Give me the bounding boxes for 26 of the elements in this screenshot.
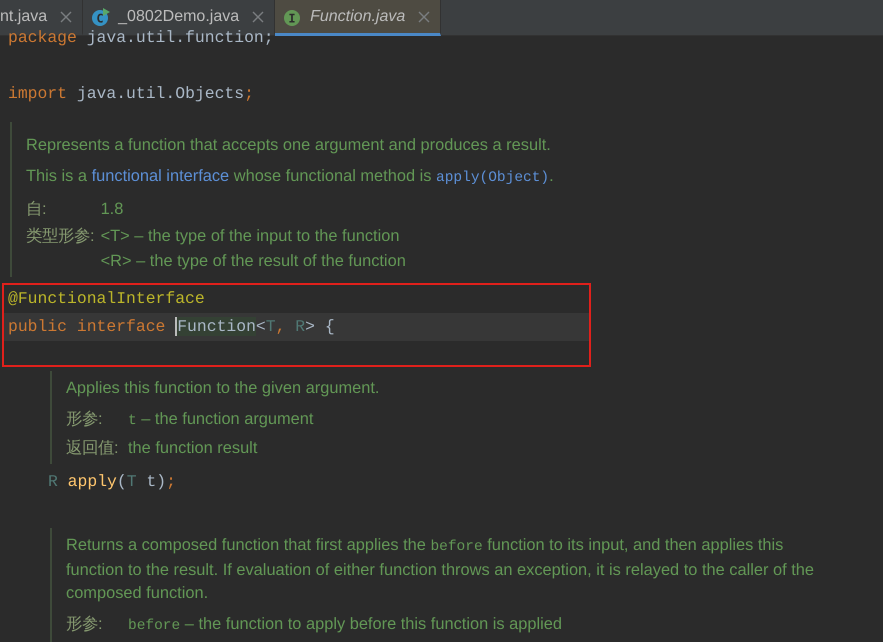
doc-tag-label: 形参: <box>66 409 104 430</box>
doc-tag-text: 1.8 <box>100 199 124 220</box>
doc-tag-label: 返回值: <box>66 438 120 459</box>
code-line: R apply(T t); <box>48 471 176 493</box>
doc-link[interactable]: functional interface <box>92 167 230 185</box>
class-run-icon: C <box>91 6 112 26</box>
close-icon[interactable] <box>418 10 430 22</box>
code-line: public interface Function<T, R> { <box>8 316 335 338</box>
doc-text: Represents a function that accepts one argument and produces a result. <box>26 135 552 156</box>
code-line: @FunctionalInterface <box>8 288 205 310</box>
doc-text: This is a functional interface whose functional method is apply(Object). <box>26 166 555 188</box>
doc-tag-text: t – the function argument <box>128 409 314 431</box>
doc-tag-label: 自: <box>26 199 48 220</box>
doc-tag-text: the function result <box>128 438 258 459</box>
code-line: import java.util.Objects; <box>8 83 254 105</box>
doc-text: Applies this function to the given argument. <box>66 378 380 399</box>
doc-link[interactable]: apply(Object) <box>436 170 550 186</box>
doc-tag-text: before – the function to apply before this function is applied <box>128 614 564 636</box>
close-icon[interactable] <box>252 10 264 22</box>
doc-tag-label: 形参: <box>66 614 104 635</box>
doc-tag-label: 类型形参: <box>26 226 95 247</box>
doc-tag-text: <T> – the type of the input to the function <box>100 226 400 247</box>
doc-text: Returns a composed function that first applies the before function to its input, and then applies this function to the result. If evaluation of either function throws an exception, it is relayed to the caller of the composed function. <box>66 535 816 604</box>
doc-tag-text: <R> – the type of the result of the function <box>100 251 407 272</box>
close-icon[interactable] <box>60 10 72 22</box>
editor-tab[interactable]: I Function.java <box>275 0 442 36</box>
